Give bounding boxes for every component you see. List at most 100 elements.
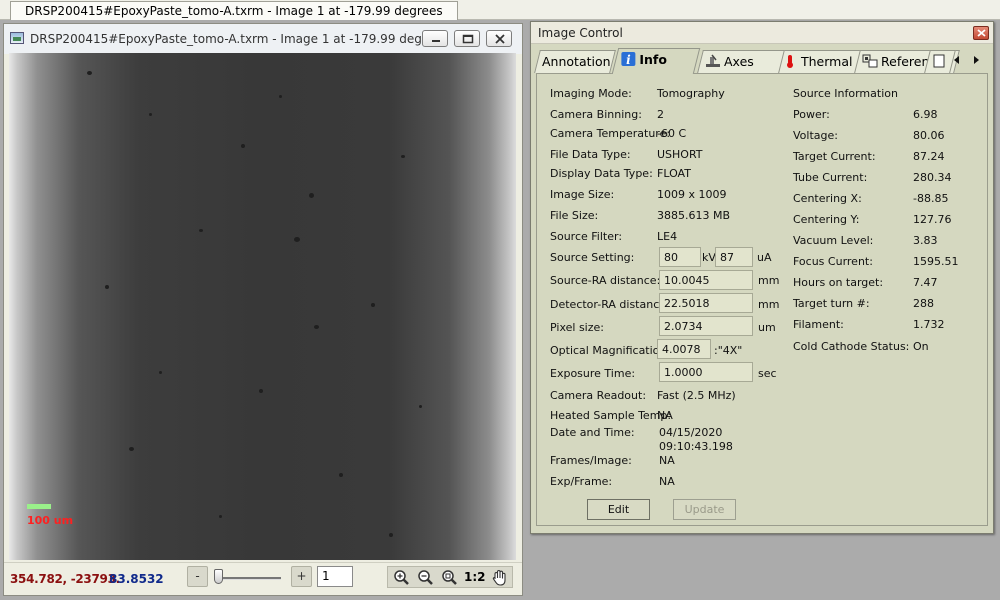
document-tab-strip: DRSP200415#EpoxyPaste_tomo-A.txrm - Imag… (0, 0, 1000, 20)
time-value: 09:10:43.198 (659, 440, 733, 453)
power-value: 6.98 (913, 108, 938, 121)
file-size-label: File Size: (550, 209, 599, 222)
frames-image-value: NA (659, 454, 675, 467)
centering-y-value: 127.76 (913, 213, 952, 226)
edit-button[interactable]: Edit (587, 499, 650, 520)
zoom-in-step-button[interactable]: + (291, 566, 312, 587)
image-window-icon (10, 32, 24, 44)
source-information-header: Source Information (793, 87, 898, 100)
document-icon (933, 54, 945, 68)
maximize-button[interactable] (454, 30, 480, 47)
exposure-time-label: Exposure Time: (550, 367, 636, 380)
update-button[interactable]: Update (673, 499, 736, 520)
source-kv-field[interactable]: 80 (659, 247, 701, 267)
detector-ra-distance-label: Detector-RA distance: (550, 298, 670, 311)
zoom-out-step-button[interactable]: - (187, 566, 208, 587)
camera-binning-label: Camera Binning: (550, 108, 642, 121)
filament-label: Filament: (793, 318, 844, 331)
voltage-value: 80.06 (913, 129, 945, 142)
heated-sample-temp-value: NA (657, 409, 673, 422)
source-setting-label: Source Setting: (550, 251, 635, 264)
view-tools: 1:2 (387, 566, 513, 588)
date-value: 04/15/2020 (659, 426, 723, 439)
zoom-input[interactable]: 1 (317, 566, 353, 587)
power-label: Power: (793, 108, 830, 121)
pixel-size-unit: um (758, 321, 776, 334)
file-data-type-label: File Data Type: (550, 148, 631, 161)
tab-annotation[interactable]: Annotation (534, 50, 616, 73)
tab-axes[interactable]: Axes (697, 50, 785, 73)
camera-readout-value: Fast (2.5 MHz) (657, 389, 736, 402)
tab-axes-label: Axes (724, 54, 754, 69)
image-window: DRSP200415#EpoxyPaste_tomo-A.txrm - Imag… (3, 23, 523, 596)
zoom-ratio[interactable]: 1:2 (464, 570, 486, 584)
document-tab[interactable]: DRSP200415#EpoxyPaste_tomo-A.txrm - Imag… (10, 1, 458, 20)
image-control-titlebar[interactable]: Image Control (531, 22, 993, 44)
close-button[interactable] (486, 30, 512, 47)
zoom-in-icon[interactable] (392, 569, 412, 587)
image-control-tabs: Annotation Thermal Axes Reference i Info (534, 48, 991, 74)
tab-thermal[interactable]: Thermal (774, 50, 866, 73)
pan-hand-icon[interactable] (490, 569, 510, 587)
target-current-label: Target Current: (793, 150, 876, 163)
image-size-label: Image Size: (550, 188, 615, 201)
centering-y-label: Centering Y: (793, 213, 860, 226)
zoom-slider-track[interactable] (217, 577, 281, 580)
imaging-mode-label: Imaging Mode: (550, 87, 632, 100)
tab-scroll-left-icon[interactable] (951, 54, 962, 66)
source-ua-field[interactable]: 87 (715, 247, 753, 267)
reference-icon (862, 54, 878, 68)
info-pane: Imaging Mode: Tomography Camera Binning:… (536, 73, 988, 526)
filament-value: 1.732 (913, 318, 945, 331)
detector-ra-distance-unit: mm (758, 298, 780, 311)
exposure-time-unit: sec (758, 367, 777, 380)
pixel-size-field[interactable]: 2.0734 (659, 316, 753, 336)
source-filter-value: LE4 (657, 230, 678, 243)
pixel-value: 83.8532 (109, 572, 164, 586)
image-window-title: DRSP200415#EpoxyPaste_tomo-A.txrm - Imag… (30, 32, 448, 46)
vacuum-level-label: Vacuum Level: (793, 234, 874, 247)
image-window-titlebar[interactable]: DRSP200415#EpoxyPaste_tomo-A.txrm - Imag… (4, 24, 522, 54)
camera-binning-value: 2 (657, 108, 664, 121)
zoom-slider-thumb[interactable] (214, 569, 223, 584)
frames-image-label: Frames/Image: (550, 454, 632, 467)
svg-text:i: i (626, 53, 631, 66)
tab-annotation-label: Annotation (542, 54, 611, 69)
minimize-button[interactable] (422, 30, 448, 47)
tube-current-label: Tube Current: (793, 171, 868, 184)
source-ua-unit: uA (757, 251, 772, 264)
focus-current-value: 1595.51 (913, 255, 959, 268)
image-statusbar: 354.782, -23793. 83.8532 - + 1 1:2 (4, 562, 522, 595)
source-kv-unit: kV (702, 251, 716, 264)
info-icon: i (621, 52, 636, 67)
heated-sample-temp-label: Heated Sample Temp: (550, 409, 672, 422)
file-data-type-value: USHORT (657, 148, 703, 161)
centering-x-label: Centering X: (793, 192, 862, 205)
exposure-time-field[interactable]: 1.0000 (659, 362, 753, 382)
file-size-value: 3885.613 MB (657, 209, 731, 222)
cold-cathode-status-value: On (913, 340, 929, 353)
display-data-type-label: Display Data Type: (550, 167, 653, 180)
tab-info-label: Info (639, 52, 667, 67)
tab-scroll-right-icon[interactable] (971, 54, 982, 66)
hours-on-target-label: Hours on target: (793, 276, 884, 289)
target-turn-value: 288 (913, 297, 934, 310)
xray-image-canvas[interactable]: 100 um (9, 53, 516, 560)
exp-frame-label: Exp/Frame: (550, 475, 613, 488)
close-icon (495, 34, 505, 44)
date-time-label: Date and Time: (550, 426, 635, 439)
tube-current-value: 280.34 (913, 171, 952, 184)
detector-ra-distance-field[interactable]: 22.5018 (659, 293, 753, 313)
zoom-fit-icon[interactable] (440, 569, 460, 587)
image-control-panel: Image Control Annotation Thermal Axes Re… (530, 21, 994, 534)
source-ra-distance-field[interactable]: 10.0045 (659, 270, 753, 290)
source-ra-distance-unit: mm (758, 274, 780, 287)
exp-frame-value: NA (659, 475, 675, 488)
minimize-icon (432, 40, 440, 42)
optical-magnification-note: :"4X" (714, 344, 743, 357)
zoom-out-icon[interactable] (416, 569, 436, 587)
tab-info[interactable]: i Info (611, 48, 701, 74)
image-size-value: 1009 x 1009 (657, 188, 727, 201)
image-control-close-button[interactable] (973, 26, 989, 40)
optical-magnification-field[interactable]: 4.0078 (657, 339, 711, 359)
